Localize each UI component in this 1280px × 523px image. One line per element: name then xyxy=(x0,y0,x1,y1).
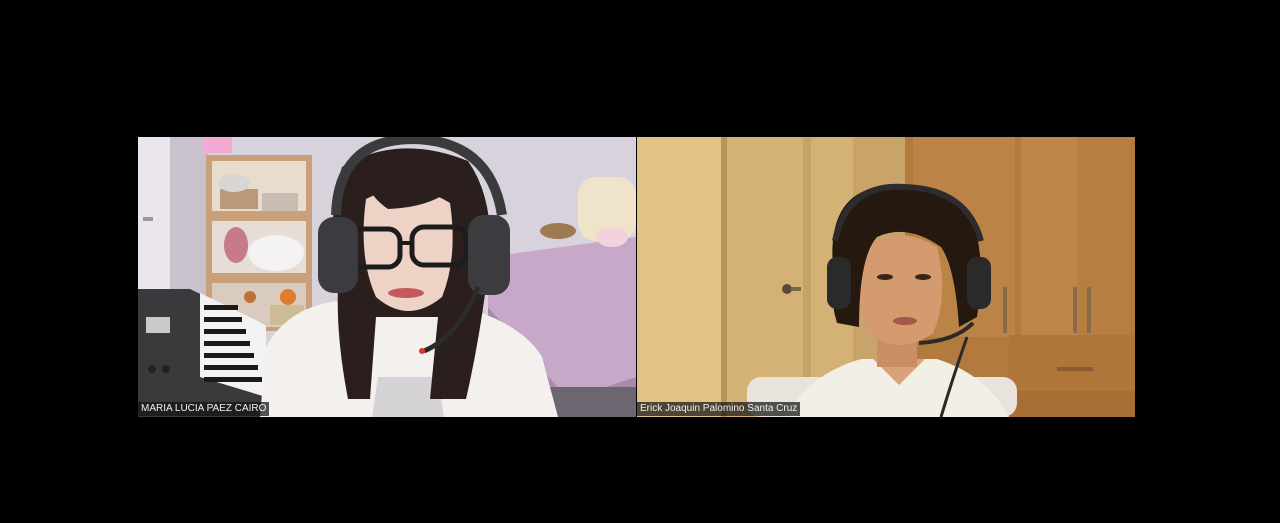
participant-video-1 xyxy=(138,137,636,417)
participant-name-label: Erick Joaquin Palomino Santa Cruz xyxy=(637,402,801,416)
participant-tile-1[interactable]: MARIA LUCIA PAEZ CAIRO xyxy=(138,137,636,417)
participant-video-2 xyxy=(637,137,1135,417)
video-call-stage: MARIA LUCIA PAEZ CAIRO Erick Joaquin Pal… xyxy=(0,0,1280,523)
participant-tile-2[interactable]: Erick Joaquin Palomino Santa Cruz xyxy=(637,137,1135,417)
participant-name-label: MARIA LUCIA PAEZ CAIRO xyxy=(138,402,270,416)
